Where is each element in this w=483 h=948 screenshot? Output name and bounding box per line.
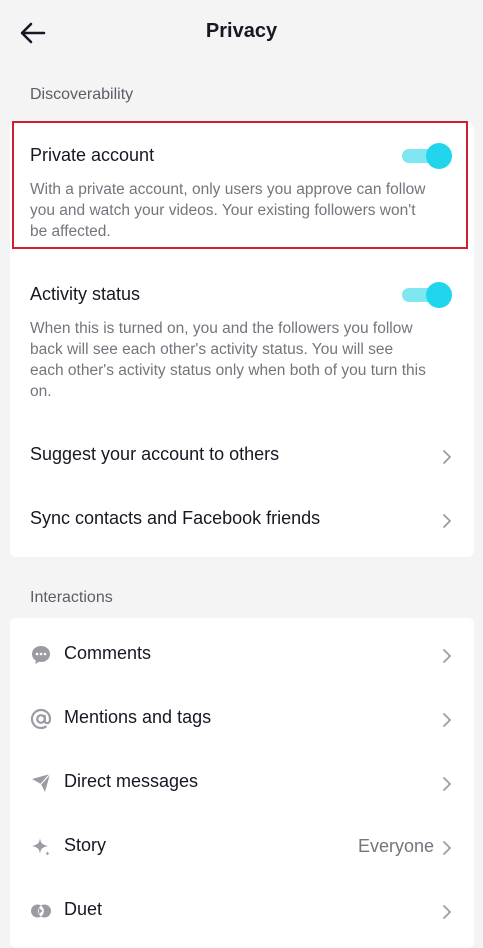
toggle-knob xyxy=(426,282,452,308)
sparkle-icon xyxy=(32,838,50,856)
duet-row[interactable]: Duet xyxy=(10,884,474,938)
chevron-right-icon xyxy=(443,713,451,727)
section-label-interactions: Interactions xyxy=(30,589,113,606)
interactions-card: Comments Mentions and tags Direct messag… xyxy=(10,618,474,948)
suggest-account-label: Suggest your account to others xyxy=(30,444,280,464)
chevron-right-icon xyxy=(443,450,451,464)
section-label-discoverability: Discoverability xyxy=(30,86,134,103)
suggest-account-row[interactable]: Suggest your account to others xyxy=(10,429,474,483)
story-value: Everyone xyxy=(357,836,434,856)
toggle-knob xyxy=(426,143,452,169)
sync-contacts-row[interactable]: Sync contacts and Facebook friends xyxy=(10,493,474,547)
comment-bubble-icon xyxy=(32,646,50,664)
discoverability-card: Private account With a private account, … xyxy=(10,121,474,557)
chevron-right-icon xyxy=(443,649,451,663)
duet-label: Duet xyxy=(64,899,103,919)
activity-status-toggle[interactable] xyxy=(402,282,452,308)
direct-messages-label: Direct messages xyxy=(64,771,199,791)
private-account-title: Private account xyxy=(30,145,155,165)
duet-icon xyxy=(31,904,51,918)
story-row[interactable]: Story Everyone xyxy=(10,820,474,874)
chevron-right-icon xyxy=(443,841,451,855)
chevron-right-icon xyxy=(443,905,451,919)
chevron-right-icon xyxy=(443,777,451,791)
paper-plane-icon xyxy=(32,773,51,792)
story-label: Story xyxy=(64,835,107,855)
activity-status-description: When this is turned on, you and the foll… xyxy=(30,320,426,400)
page-title: Privacy xyxy=(205,20,278,42)
private-account-toggle[interactable] xyxy=(402,143,452,169)
mentions-label: Mentions and tags xyxy=(64,707,212,727)
comments-label: Comments xyxy=(64,643,152,663)
direct-messages-row[interactable]: Direct messages xyxy=(10,756,474,810)
mentions-row[interactable]: Mentions and tags xyxy=(10,692,474,746)
comments-row[interactable]: Comments xyxy=(10,628,474,682)
chevron-right-icon xyxy=(443,514,451,528)
sync-contacts-label: Sync contacts and Facebook friends xyxy=(30,508,321,528)
private-account-description: With a private account, only users you a… xyxy=(30,181,426,240)
at-sign-icon xyxy=(30,708,52,730)
header: Privacy xyxy=(0,0,483,66)
activity-status-title: Activity status xyxy=(30,284,141,304)
